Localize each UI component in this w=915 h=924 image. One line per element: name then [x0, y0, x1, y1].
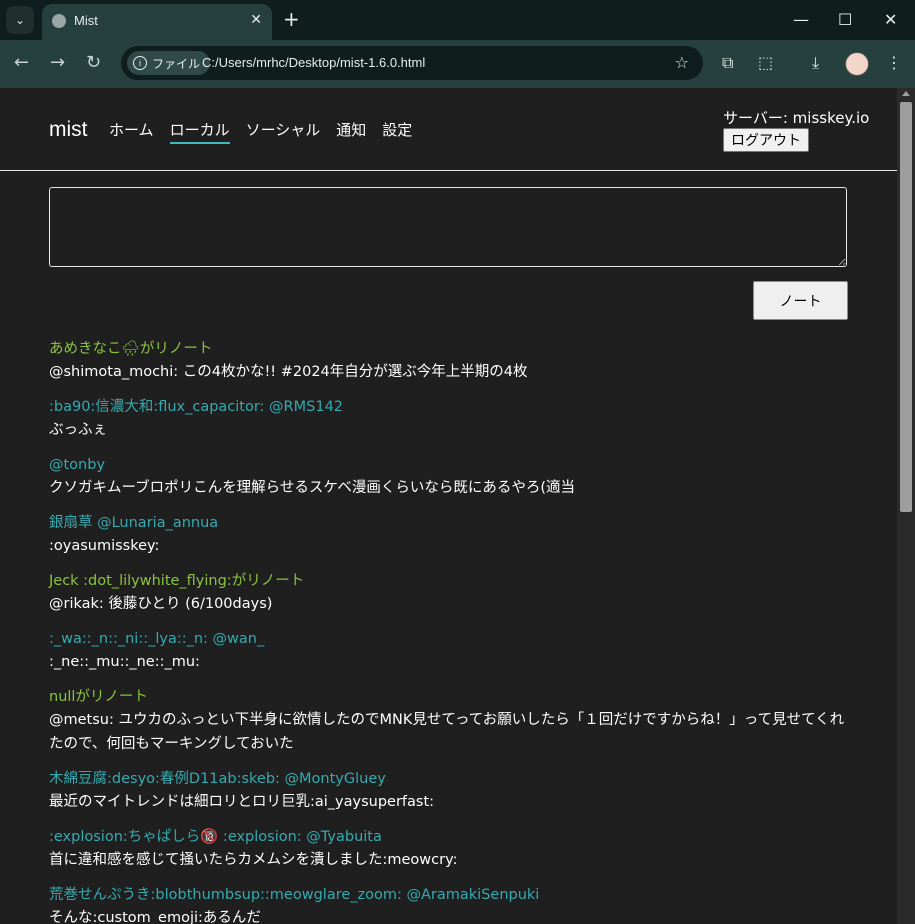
- tab-search-button[interactable]: ⌄: [6, 6, 34, 34]
- main-nav: ホーム ローカル ソーシャル 通知 設定: [109, 119, 412, 144]
- browser-toolbar: ← → ↻ i ファイル C:/Users/mrhc/Desktop/mist-…: [0, 40, 915, 87]
- timeline-note[interactable]: :ba90:信濃大和:flux_capacitor: @RMS142 ぶっふぇ: [49, 396, 849, 442]
- globe-icon: [52, 14, 66, 28]
- note-text: @rikak: 後藤ひとり (6/100days): [49, 596, 273, 612]
- note-text: @shimota_mochi: この4枚かな!! #2024年自分が選ぶ今年上半…: [49, 364, 528, 380]
- reload-icon[interactable]: ↻: [86, 52, 101, 73]
- note-text: クソガキムーブロポリこんを理解らせるスケベ漫画くらいなら既にあるやろ(適当: [49, 480, 576, 496]
- chevron-down-icon: ⌄: [14, 13, 26, 27]
- extensions-icon[interactable]: ⬚: [758, 53, 773, 72]
- note-text: @metsu: ユウカのふっとい下半身に欲情したのでMNK見せてってお願いしたら…: [49, 712, 845, 752]
- translate-icon[interactable]: ⧉: [722, 53, 733, 73]
- download-icon[interactable]: ⤓: [812, 53, 819, 73]
- forward-icon[interactable]: →: [50, 52, 65, 73]
- timeline-note[interactable]: 木綿豆腐:desyo:春例D11ab:skeb: @MontyGluey 最近のマ…: [49, 768, 849, 814]
- note-text: そんな:custom_emoji:あるんだ: [49, 910, 261, 924]
- note-author[interactable]: @tonby: [49, 454, 849, 476]
- timeline-note[interactable]: :_wa::_n::_ni::_lya::_n: @wan_:_ne::_mu:…: [49, 628, 849, 674]
- timeline-note[interactable]: :explosion:ちゃぱしら🔞 :explosion: @Tyabuita 首…: [49, 826, 849, 872]
- tab-strip: ⌄ Mist ✕ + — ☐ ✕: [0, 0, 915, 40]
- note-author[interactable]: 荒巻せんぷうき:blobthumbsup::meowglare_zoom: @A…: [49, 884, 849, 906]
- renote-header[interactable]: Jeck :dot_lilywhite_flying:がリノート: [49, 570, 849, 592]
- scrollbar[interactable]: [897, 88, 915, 924]
- nav-local[interactable]: ローカル: [169, 119, 230, 144]
- note-text: :_ne::_mu::_ne::_mu:: [49, 654, 200, 670]
- nav-home[interactable]: ホーム: [109, 119, 154, 144]
- info-icon: i: [133, 56, 147, 70]
- timeline-note[interactable]: 銀扇草 @Lunaria_annua :oyasumisskey:: [49, 512, 849, 558]
- new-tab-icon[interactable]: +: [283, 8, 300, 30]
- close-icon[interactable]: ✕: [250, 12, 262, 28]
- app-logo[interactable]: mist: [49, 118, 88, 142]
- window-close-icon[interactable]: ✕: [884, 10, 897, 29]
- note-author[interactable]: :_wa::_n::_ni::_lya::_n: @wan_: [49, 628, 849, 650]
- server-label: サーバー: misskey.io: [723, 109, 870, 127]
- timeline-note[interactable]: nullがリノート @metsu: ユウカのふっとい下半身に欲情したのでMNK見せ…: [49, 686, 849, 756]
- minimize-icon[interactable]: —: [793, 10, 809, 29]
- nav-notifications[interactable]: 通知: [336, 119, 366, 144]
- timeline-note[interactable]: 荒巻せんぷうき:blobthumbsup::meowglare_zoom: @A…: [49, 884, 849, 924]
- site-info-chip[interactable]: i ファイル: [127, 51, 211, 75]
- note-text: :oyasumisskey:: [49, 538, 160, 554]
- back-icon[interactable]: ←: [14, 52, 29, 73]
- bookmark-star-icon[interactable]: ☆: [675, 53, 689, 72]
- note-author[interactable]: 銀扇草 @Lunaria_annua: [49, 512, 849, 534]
- tab-title: Mist: [74, 13, 98, 28]
- renote-header[interactable]: あめきなこ🌧がリノート: [49, 338, 849, 360]
- menu-kebab-icon[interactable]: ⋮: [886, 53, 902, 72]
- profile-avatar[interactable]: [845, 52, 869, 76]
- file-label: ファイル: [152, 56, 201, 71]
- nav-settings[interactable]: 設定: [382, 119, 412, 144]
- logout-button[interactable]: ログアウト: [723, 128, 809, 152]
- maximize-icon[interactable]: ☐: [838, 10, 852, 29]
- note-text: 最近のマイトレンドは細ロリとロリ巨乳:ai_yaysuperfast:: [49, 794, 435, 810]
- note-author[interactable]: 木綿豆腐:desyo:春例D11ab:skeb: @MontyGluey: [49, 768, 849, 790]
- note-text: ぶっふぇ: [49, 422, 107, 438]
- address-bar[interactable]: i ファイル C:/Users/mrhc/Desktop/mist-1.6.0.…: [121, 46, 703, 80]
- timeline-note[interactable]: @tonby クソガキムーブロポリこんを理解らせるスケベ漫画くらいなら既にあるやろ…: [49, 454, 849, 500]
- compose-textarea[interactable]: [49, 187, 847, 267]
- timeline: あめきなこ🌧がリノート @shimota_mochi: この4枚かな!! #202…: [49, 338, 849, 924]
- url-text[interactable]: C:/Users/mrhc/Desktop/mist-1.6.0.html: [202, 55, 425, 70]
- scroll-up-icon[interactable]: [902, 91, 910, 96]
- note-author[interactable]: :ba90:信濃大和:flux_capacitor: @RMS142: [49, 396, 849, 418]
- timeline-note[interactable]: あめきなこ🌧がリノート @shimota_mochi: この4枚かな!! #202…: [49, 338, 849, 384]
- browser-tab[interactable]: Mist ✕: [42, 4, 272, 40]
- app-header: mist ホーム ローカル ソーシャル 通知 設定 サーバー: misskey.…: [0, 88, 897, 171]
- note-button[interactable]: ノート: [753, 281, 848, 320]
- renote-header[interactable]: nullがリノート: [49, 686, 849, 708]
- note-text: 首に違和感を感じて掻いたらカメムシを潰しました:meowcry:: [49, 852, 458, 868]
- nav-social[interactable]: ソーシャル: [246, 119, 321, 144]
- note-author[interactable]: :explosion:ちゃぱしら🔞 :explosion: @Tyabuita: [49, 826, 849, 848]
- page-content: mist ホーム ローカル ソーシャル 通知 設定 サーバー: misskey.…: [0, 88, 897, 924]
- scroll-thumb[interactable]: [900, 102, 912, 512]
- timeline-note[interactable]: Jeck :dot_lilywhite_flying:がリノート @rikak: …: [49, 570, 849, 616]
